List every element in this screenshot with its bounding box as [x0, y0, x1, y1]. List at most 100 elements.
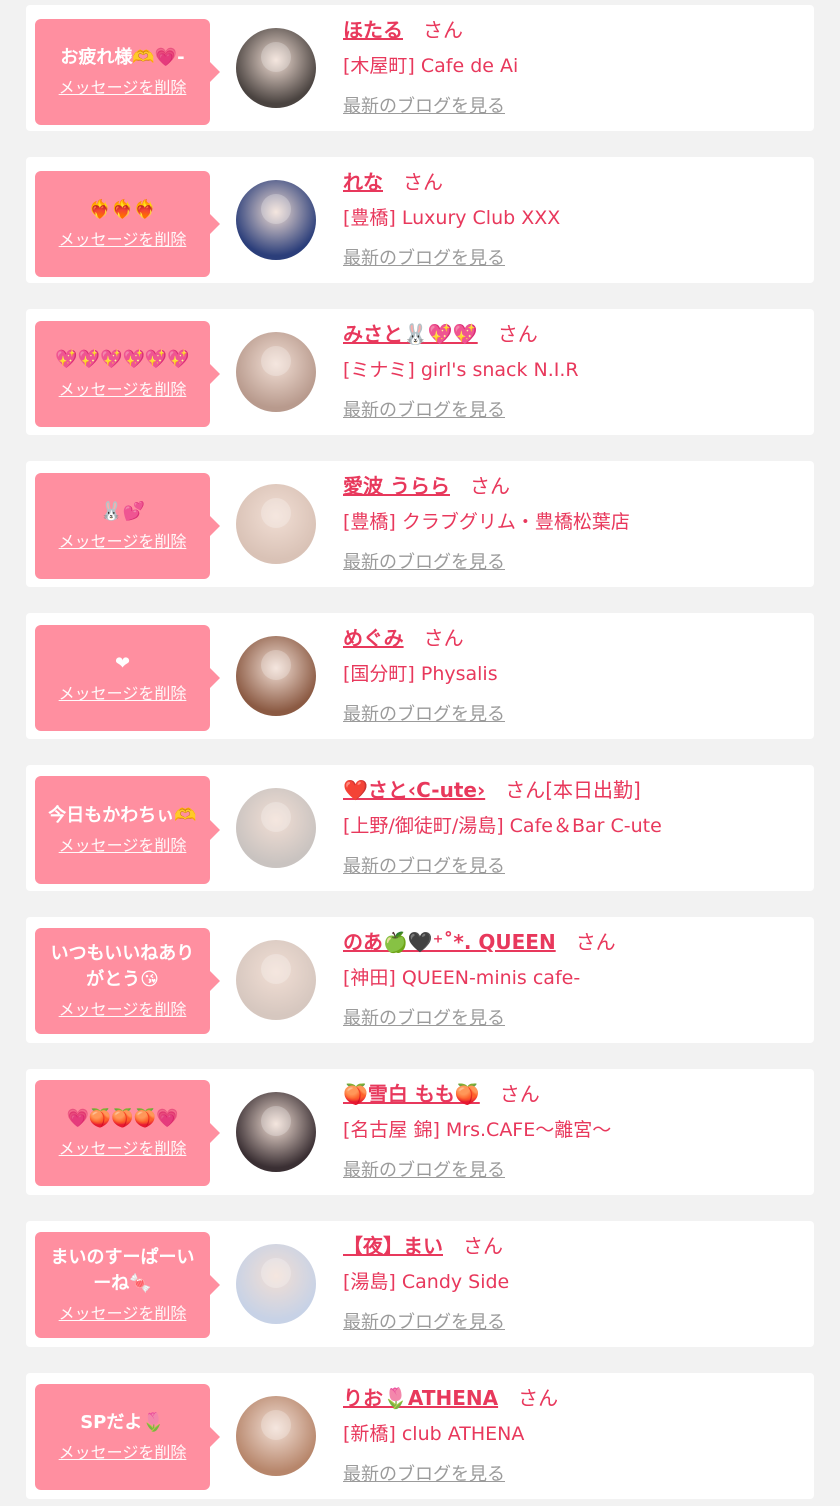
message-card: 💗🍑🍑🍑💗 メッセージを削除 🍑雪白 もも🍑 さん [名古屋 錦] Mrs.CAFE〜離… — [26, 1069, 814, 1195]
delete-message-link[interactable]: メッセージを削除 — [59, 999, 187, 1021]
shop-name: [名古屋 錦] Mrs.CAFE〜離宮〜 — [343, 1119, 612, 1141]
message-bubble: いつもいいねありがとう😘 メッセージを削除 — [35, 928, 220, 1034]
message-card: ❤️‍🔥❤️‍🔥❤️‍🔥 メッセージを削除 れな さん [豊橋] Luxury Club… — [26, 157, 814, 283]
latest-blog-link[interactable]: 最新のブログを見る — [343, 248, 505, 269]
cast-name-link[interactable]: ほたる — [343, 18, 403, 42]
message-card: 今日もかわちぃ🫶 メッセージを削除 ❤️さと‹C-ute› さん[本日出勤] [上野/御… — [26, 765, 814, 891]
honorific: さん — [403, 170, 443, 194]
cast-info: ❤️さと‹C-ute› さん[本日出勤] [上野/御徒町/湯島] Cafe＆Bar … — [343, 773, 808, 881]
latest-blog-link[interactable]: 最新のブログを見る — [343, 1008, 505, 1029]
latest-blog-link[interactable]: 最新のブログを見る — [343, 400, 505, 421]
cast-info: 🍑雪白 もも🍑 さん [名古屋 錦] Mrs.CAFE〜離宮〜 最新のブログを見る — [343, 1077, 808, 1185]
cast-name-line: 愛波 うらら さん — [343, 469, 808, 503]
message-bubble: 今日もかわちぃ🫶 メッセージを削除 — [35, 776, 220, 884]
cast-name-link[interactable]: 【夜】まい — [343, 1234, 443, 1258]
message-bubble: 🐰💕 メッセージを削除 — [35, 473, 220, 579]
honorific: さん — [518, 1386, 559, 1410]
cast-info: れな さん [豊橋] Luxury Club XXX 最新のブログを見る — [343, 165, 808, 273]
message-card: いつもいいねありがとう😘 メッセージを削除 のあ🍏🖤⁺˚*. QUEEN さん [神田]… — [26, 917, 814, 1043]
avatar[interactable] — [236, 636, 316, 716]
shop-name: [湯島] Candy Side — [343, 1271, 510, 1293]
message-card: お疲れ様🫶💗- メッセージを削除 ほたる さん [木屋町] Cafe de Ai 最新のブ… — [26, 5, 814, 131]
cast-info: りお🌷ATHENA さん [新橋] club ATHENA 最新のブログを見る — [343, 1381, 808, 1489]
message-text: 🐰💕 — [100, 501, 145, 522]
message-text: いつもいいねありがとう😘 — [50, 943, 195, 990]
cast-info: のあ🍏🖤⁺˚*. QUEEN さん [神田] QUEEN-minis cafe- 最新… — [343, 925, 808, 1033]
message-text: 💖💖💖💖💖💖 — [55, 349, 190, 370]
cast-name-link[interactable]: のあ🍏🖤⁺˚*. QUEEN — [343, 930, 556, 954]
work-status: [本日出勤] — [545, 778, 641, 802]
message-text: ❤️‍🔥❤️‍🔥❤️‍🔥 — [88, 199, 157, 220]
shop-name: [神田] QUEEN-minis cafe- — [343, 967, 581, 989]
honorific: さん — [423, 18, 463, 42]
message-card: SPだよ🌷 メッセージを削除 りお🌷ATHENA さん [新橋] club ATHENA… — [26, 1373, 814, 1499]
cast-name-link[interactable]: れな — [343, 170, 383, 194]
message-text: お疲れ様🫶💗- — [60, 47, 185, 68]
message-bubble: ❤️‍🔥❤️‍🔥❤️‍🔥 メッセージを削除 — [35, 171, 220, 277]
avatar[interactable] — [236, 1396, 316, 1476]
avatar[interactable] — [236, 1092, 316, 1172]
cast-info: ほたる さん [木屋町] Cafe de Ai 最新のブログを見る — [343, 13, 808, 121]
blog-line: 最新のブログを見る — [343, 701, 808, 729]
latest-blog-link[interactable]: 最新のブログを見る — [343, 1312, 505, 1333]
avatar[interactable] — [236, 1244, 316, 1324]
shop-name: [ミナミ] girl's snack N.I.R — [343, 359, 579, 381]
avatar[interactable] — [236, 180, 316, 260]
delete-message-link[interactable]: メッセージを削除 — [59, 835, 187, 857]
cast-name-line: りお🌷ATHENA さん — [343, 1381, 808, 1415]
cast-name-line: みさと🐰💖💖 さん — [343, 317, 808, 351]
delete-message-link[interactable]: メッセージを削除 — [59, 77, 187, 99]
message-card: ❤ メッセージを削除 めぐみ さん [国分町] Physalis 最新のブログを見る — [26, 613, 814, 739]
honorific: さん — [497, 322, 538, 346]
delete-message-link[interactable]: メッセージを削除 — [59, 683, 187, 705]
delete-message-link[interactable]: メッセージを削除 — [59, 1303, 187, 1325]
message-card: 🐰💕 メッセージを削除 愛波 うらら さん [豊橋] クラブグリム・豊橋松葉店 最新のブロ… — [26, 461, 814, 587]
blog-line: 最新のブログを見る — [343, 1309, 808, 1337]
cast-name-link[interactable]: 愛波 うらら — [343, 474, 450, 498]
delete-message-link[interactable]: メッセージを削除 — [59, 229, 187, 251]
blog-line: 最新のブログを見る — [343, 1005, 808, 1033]
latest-blog-link[interactable]: 最新のブログを見る — [343, 96, 505, 117]
cast-name-link[interactable]: ❤️さと‹C-ute› — [343, 778, 485, 802]
cast-name-link[interactable]: みさと🐰💖💖 — [343, 322, 478, 346]
blog-line: 最新のブログを見る — [343, 397, 808, 425]
latest-blog-link[interactable]: 最新のブログを見る — [343, 856, 505, 877]
delete-message-link[interactable]: メッセージを削除 — [59, 1138, 187, 1160]
message-text: 💗🍑🍑🍑💗 — [66, 1108, 179, 1129]
message-card: まいのすーぱーいーね🍬 メッセージを削除 【夜】まい さん [湯島] Candy Sid… — [26, 1221, 814, 1347]
latest-blog-link[interactable]: 最新のブログを見る — [343, 1464, 505, 1485]
blog-line: 最新のブログを見る — [343, 1461, 808, 1489]
message-bubble: まいのすーぱーいーね🍬 メッセージを削除 — [35, 1232, 220, 1338]
message-text: SPだよ🌷 — [80, 1412, 165, 1433]
avatar[interactable] — [236, 28, 316, 108]
avatar[interactable] — [236, 484, 316, 564]
blog-line: 最新のブログを見る — [343, 1157, 808, 1185]
cast-name-line: 🍑雪白 もも🍑 さん — [343, 1077, 808, 1111]
delete-message-link[interactable]: メッセージを削除 — [59, 1442, 187, 1464]
delete-message-link[interactable]: メッセージを削除 — [59, 379, 187, 401]
message-text: ❤ — [114, 653, 131, 674]
honorific: さん — [423, 626, 464, 650]
cast-info: 愛波 うらら さん [豊橋] クラブグリム・豊橋松葉店 最新のブログを見る — [343, 469, 808, 577]
cast-name-line: のあ🍏🖤⁺˚*. QUEEN さん — [343, 925, 808, 959]
cast-info: めぐみ さん [国分町] Physalis 最新のブログを見る — [343, 621, 808, 729]
blog-line: 最新のブログを見る — [343, 549, 808, 577]
latest-blog-link[interactable]: 最新のブログを見る — [343, 704, 505, 725]
cast-name-line: ❤️さと‹C-ute› さん[本日出勤] — [343, 773, 808, 807]
latest-blog-link[interactable]: 最新のブログを見る — [343, 1160, 505, 1181]
message-bubble: 💖💖💖💖💖💖 メッセージを削除 — [35, 321, 220, 427]
cast-name-link[interactable]: 🍑雪白 もも🍑 — [343, 1082, 480, 1106]
avatar[interactable] — [236, 940, 316, 1020]
honorific: さん — [499, 1082, 540, 1106]
latest-blog-link[interactable]: 最新のブログを見る — [343, 552, 505, 573]
message-bubble: SPだよ🌷 メッセージを削除 — [35, 1384, 220, 1490]
shop-name: [豊橋] Luxury Club XXX — [343, 207, 561, 229]
avatar[interactable] — [236, 332, 316, 412]
message-bubble: 💗🍑🍑🍑💗 メッセージを削除 — [35, 1080, 220, 1186]
blog-line: 最新のブログを見る — [343, 853, 808, 881]
avatar[interactable] — [236, 788, 316, 868]
cast-name-link[interactable]: めぐみ — [343, 626, 404, 650]
message-text: 今日もかわちぃ🫶 — [48, 805, 197, 826]
cast-name-link[interactable]: りお🌷ATHENA — [343, 1386, 498, 1410]
delete-message-link[interactable]: メッセージを削除 — [59, 531, 187, 553]
